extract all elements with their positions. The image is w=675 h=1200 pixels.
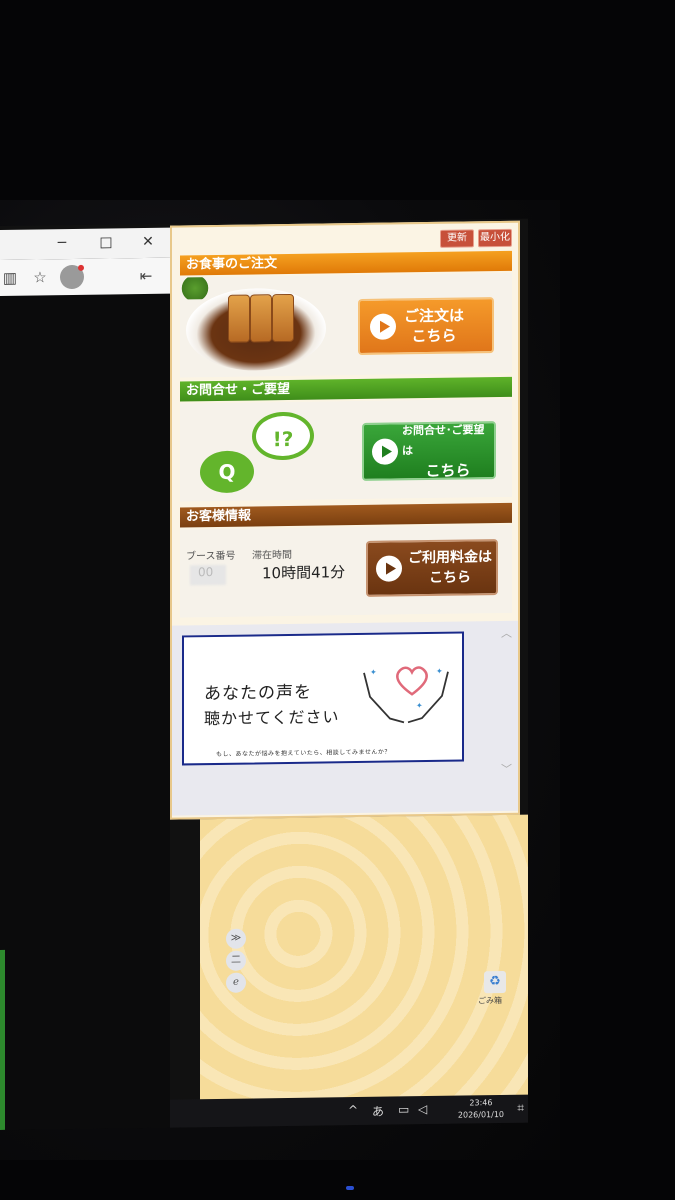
network-icon[interactable]: ▭: [398, 1102, 409, 1116]
order-button-line1: ご注文は: [404, 306, 465, 326]
inquiry-button-line1: お問合せ･ご要望は: [402, 423, 485, 458]
banner-title-line2: 聴かせてください: [204, 707, 340, 729]
scroll-up-icon[interactable]: ︿: [501, 625, 512, 641]
cutlet-slice: [228, 294, 250, 343]
banner-title-line1: あなたの声を: [204, 682, 312, 705]
sidebar-icon[interactable]: ⇤: [136, 266, 156, 286]
desktop-wallpaper: [200, 814, 528, 1110]
clock[interactable]: 23:46 2026/01/10: [458, 1097, 504, 1122]
browser-window: ─ □ ✕ ▥ ☆ ⇤: [0, 227, 170, 1130]
stay-time-label: 滞在時間: [252, 549, 292, 562]
tray-chevron-icon[interactable]: ^: [348, 1103, 358, 1117]
volume-icon[interactable]: ◁: [418, 1102, 427, 1116]
browser-content: [0, 293, 170, 1130]
order-button[interactable]: ご注文は こちら: [358, 297, 494, 356]
ime-indicator[interactable]: あ: [372, 1103, 384, 1120]
inquiry-button-line2: こちら: [425, 461, 471, 481]
order-button-line2: こちら: [411, 326, 457, 346]
close-icon[interactable]: ✕: [140, 234, 156, 250]
refresh-button[interactable]: 更新: [440, 229, 474, 248]
exclamation-bubble-icon: !?: [252, 411, 314, 461]
play-icon: [376, 555, 402, 582]
food-image: [180, 275, 340, 377]
play-icon: [370, 313, 396, 340]
cutlet-slice: [272, 293, 294, 343]
menu-icon[interactable]: 二: [226, 950, 246, 971]
garnish-image: [180, 277, 210, 300]
customer-section: ブース番号 00 滞在時間 10時間41分 ご利用料金は こちら: [180, 524, 512, 618]
booth-number-text: 00: [198, 565, 214, 580]
booth-number-label: ブース番号: [186, 550, 236, 563]
minimize-panel-button[interactable]: 最小化: [478, 228, 512, 248]
cutlet-slice: [250, 294, 272, 343]
favorites-icon[interactable]: ☆: [30, 267, 50, 287]
split-screen-icon[interactable]: ▥: [0, 268, 20, 288]
minimize-icon[interactable]: ─: [54, 235, 70, 251]
monitor-power-led: [346, 1186, 354, 1190]
notification-icon[interactable]: ⌗: [517, 1101, 524, 1116]
usage-fee-button[interactable]: ご利用料金は こちら: [366, 539, 498, 597]
usage-fee-button-line1: ご利用料金は: [408, 549, 492, 567]
consultation-banner[interactable]: あなたの声を 聴かせてください ✦ ✦ ✦ もし、あなたが悩みを抱えていたら、相…: [182, 631, 464, 766]
svg-text:✦: ✦: [416, 701, 423, 710]
maximize-icon[interactable]: □: [98, 234, 114, 250]
usage-fee-button-line2: こちら: [429, 569, 471, 587]
svg-text:✦: ✦: [370, 668, 377, 677]
recycle-bin-label: ごみ箱: [478, 995, 502, 1006]
recycle-bin-icon[interactable]: ♻: [484, 970, 506, 994]
clock-date: 2026/01/10: [457, 1109, 504, 1120]
window-edge: [0, 949, 5, 1130]
clock-time: 23:46: [469, 1098, 493, 1108]
scroll-down-icon[interactable]: ﹀: [501, 761, 512, 777]
browser-icon[interactable]: ℯ: [226, 972, 246, 993]
order-section: ご注文は こちら: [180, 272, 512, 378]
customer-section-header: お客様情報: [180, 502, 512, 528]
banner-area: あなたの声を 聴かせてください ✦ ✦ ✦ もし、あなたが悩みを抱えていたら、相…: [172, 620, 518, 816]
expand-icon[interactable]: ≫: [226, 928, 246, 949]
banner-subtitle: もし、あなたが悩みを抱えていたら、相談してみませんか？: [216, 748, 391, 758]
side-toggle-buttons: ≫ 二 ℯ: [226, 928, 248, 999]
stay-time-value: 10時間41分: [262, 563, 346, 583]
browser-toolbar: ▥ ☆ ⇤: [0, 257, 170, 297]
play-icon: [372, 438, 398, 465]
inquiry-section-header: お問合せ・ご要望: [180, 376, 512, 402]
notification-dot: [78, 264, 84, 271]
inquiry-button[interactable]: お問合せ･ご要望は こちら: [362, 421, 496, 481]
screen: ─ □ ✕ ▥ ☆ ⇤ 更新 最小化 お食事のご注文 ご注文は こちら お問合せ…: [0, 218, 528, 1130]
service-panel: 更新 最小化 お食事のご注文 ご注文は こちら お問合せ・ご要望 Q !? お問…: [170, 220, 520, 820]
panel-controls: 更新 最小化: [440, 228, 512, 248]
browser-title-bar: ─ □ ✕: [0, 227, 170, 260]
question-bubble-icon: Q: [200, 450, 254, 494]
hands-icon: ✦ ✦ ✦: [363, 668, 449, 724]
svg-text:✦: ✦: [436, 668, 443, 676]
order-section-header: お食事のご注文: [180, 250, 512, 276]
inquiry-section: Q !? お問合せ･ご要望は こちら: [180, 398, 512, 502]
